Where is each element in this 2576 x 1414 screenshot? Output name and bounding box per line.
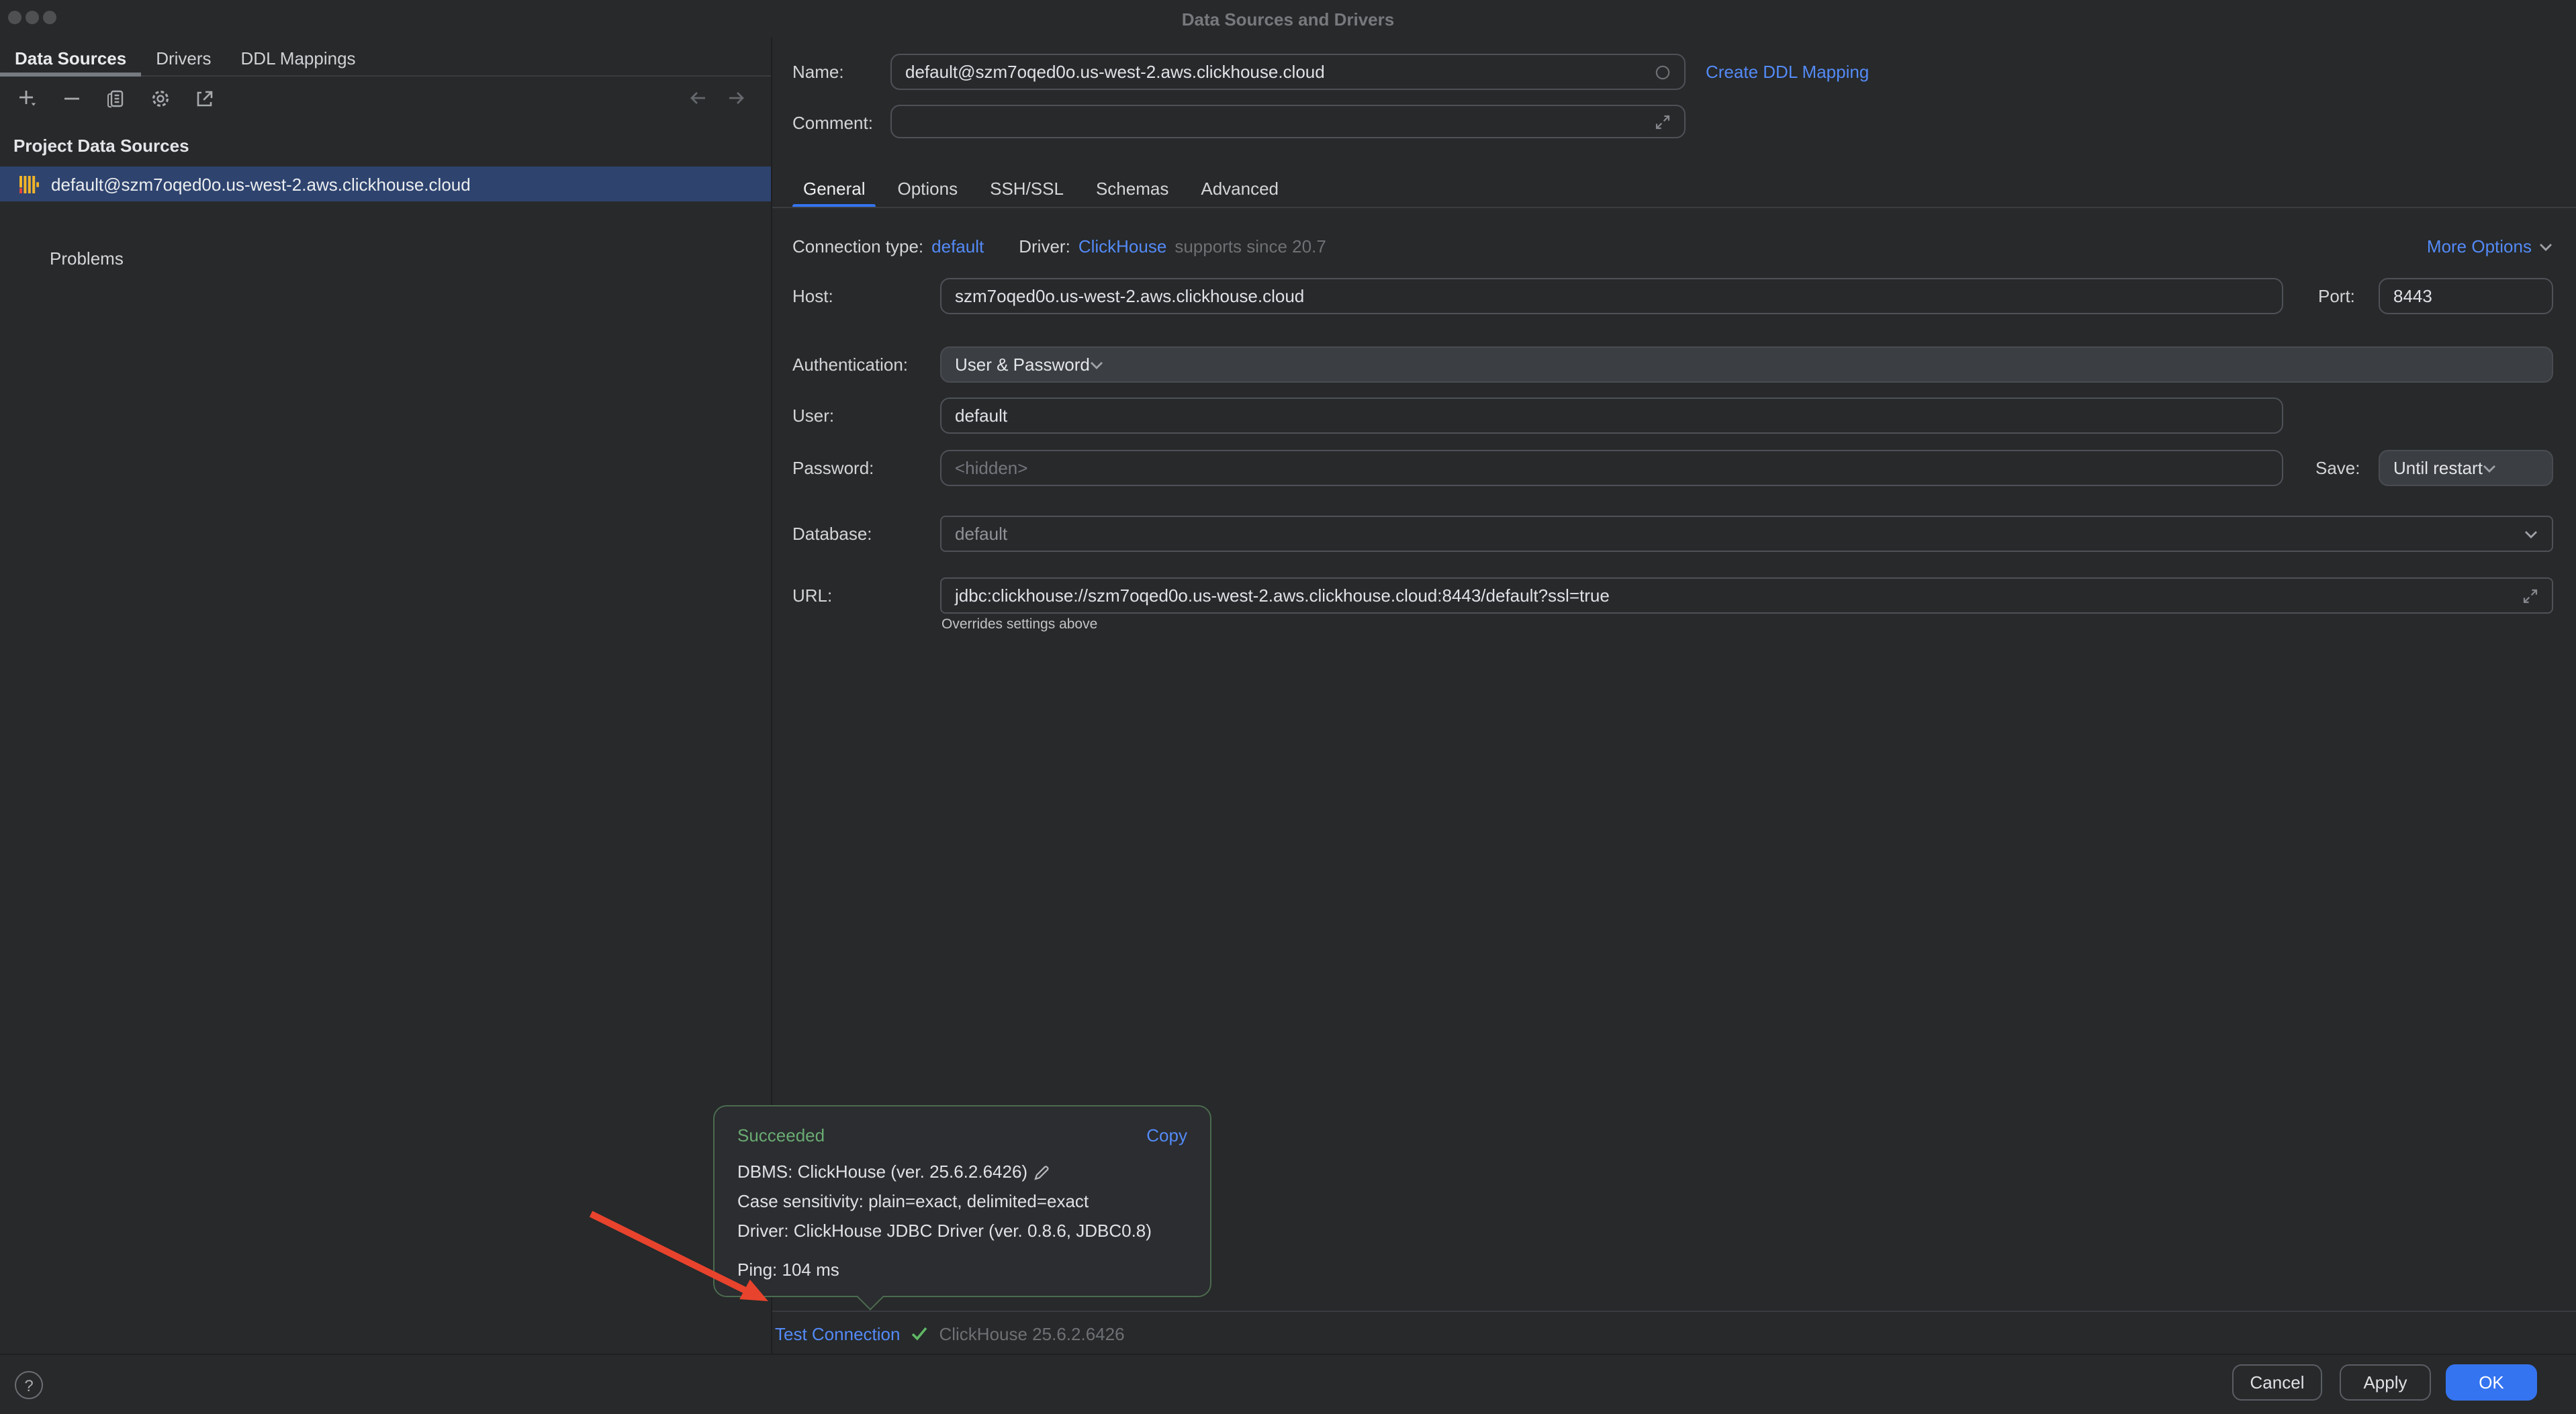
test-connection-row: Test Connection ClickHouse 25.6.2.6426 — [775, 1316, 1125, 1351]
history-nav — [688, 81, 747, 115]
forward-arrow-icon[interactable] — [725, 89, 747, 107]
footer-divider — [0, 1354, 2576, 1355]
connection-status-text: ClickHouse 25.6.2.6426 — [939, 1323, 1124, 1344]
popup-driver-line: Driver: ClickHouse JDBC Driver (ver. 0.8… — [737, 1217, 1187, 1246]
data-sources-dialog: Data Sources and Drivers Data Sources Dr… — [0, 0, 2576, 1414]
name-label: Name: — [792, 54, 844, 90]
name-input[interactable]: default@szm7oqed0o.us-west-2.aws.clickho… — [890, 54, 1686, 90]
popup-copy-link[interactable]: Copy — [1146, 1125, 1187, 1145]
name-busy-circle-icon — [1655, 64, 1671, 80]
port-label: Port: — [2318, 278, 2355, 314]
comment-label: Comment: — [792, 105, 873, 141]
chevron-down-icon — [1090, 359, 1105, 370]
connection-type-value-link[interactable]: default — [931, 236, 984, 256]
driver-label: Driver: — [1019, 228, 1070, 265]
popup-ping-line: Ping: 104 ms — [737, 1256, 1187, 1285]
database-combobox[interactable]: default — [940, 516, 2553, 552]
data-source-toolbar — [13, 81, 218, 115]
tab-ssh-ssl[interactable]: SSH/SSL — [974, 168, 1080, 208]
help-button[interactable]: ? — [15, 1371, 43, 1399]
ok-button[interactable]: OK — [2446, 1364, 2537, 1401]
expand-icon[interactable] — [1655, 113, 1671, 130]
expand-icon[interactable] — [2522, 587, 2538, 604]
popup-case-line: Case sensitivity: plain=exact, delimited… — [737, 1187, 1187, 1217]
comment-input[interactable] — [890, 105, 1686, 138]
more-options[interactable]: More Options — [2427, 228, 2553, 265]
url-input[interactable]: jdbc:clickhouse://szm7oqed0o.us-west-2.a… — [940, 577, 2553, 614]
create-ddl-mapping-link[interactable]: Create DDL Mapping — [1706, 54, 1869, 90]
authentication-label: Authentication: — [792, 346, 908, 383]
url-note: Overrides settings above — [941, 616, 1097, 632]
connection-type-label: Connection type: — [792, 228, 923, 265]
problems-section[interactable]: Problems — [50, 248, 124, 269]
host-input[interactable]: szm7oqed0o.us-west-2.aws.clickhouse.clou… — [940, 278, 2283, 314]
left-panel-tabs: Data Sources Drivers DDL Mappings — [0, 40, 771, 77]
user-label: User: — [792, 397, 834, 434]
cancel-button[interactable]: Cancel — [2232, 1364, 2322, 1401]
window-title: Data Sources and Drivers — [0, 9, 2576, 30]
tab-advanced[interactable]: Advanced — [1185, 168, 1295, 208]
annotation-arrow — [580, 1203, 788, 1317]
add-icon[interactable] — [13, 85, 40, 111]
tab-general[interactable]: General — [787, 168, 882, 208]
port-input[interactable]: 8443 — [2379, 278, 2553, 314]
apply-button[interactable]: Apply — [2340, 1364, 2431, 1401]
edit-pencil-icon[interactable] — [1033, 1164, 1050, 1181]
open-in-new-icon[interactable] — [191, 85, 218, 111]
save-label: Save: — [2315, 450, 2360, 486]
tab-drivers[interactable]: Drivers — [141, 40, 226, 75]
popup-status: Succeeded — [737, 1125, 825, 1145]
data-source-name: default@szm7oqed0o.us-west-2.aws.clickho… — [51, 174, 471, 194]
test-row-divider — [772, 1311, 2576, 1312]
connection-type-row: Connection type: default Driver: ClickHo… — [792, 228, 1326, 265]
host-label: Host: — [792, 278, 833, 314]
tab-ddl-mappings[interactable]: DDL Mappings — [226, 40, 371, 75]
url-label: URL: — [792, 577, 832, 614]
tab-schemas[interactable]: Schemas — [1080, 168, 1185, 208]
duplicate-icon[interactable] — [102, 85, 129, 111]
chevron-down-icon — [2538, 241, 2553, 252]
user-input[interactable]: default — [940, 397, 2283, 434]
driver-note: supports since 20.7 — [1175, 236, 1326, 256]
tab-data-sources[interactable]: Data Sources — [0, 40, 141, 75]
settings-gear-icon[interactable] — [146, 85, 173, 111]
save-dropdown[interactable]: Until restart — [2379, 450, 2553, 486]
project-data-sources-header: Project Data Sources — [13, 136, 189, 156]
back-arrow-icon[interactable] — [688, 89, 709, 107]
chevron-down-icon[interactable] — [2524, 528, 2538, 539]
remove-icon[interactable] — [58, 85, 85, 111]
popup-dbms-line: DBMS: ClickHouse (ver. 25.6.2.6426) — [737, 1158, 1027, 1187]
test-connection-link[interactable]: Test Connection — [775, 1323, 900, 1344]
driver-value-link[interactable]: ClickHouse — [1078, 236, 1167, 256]
database-label: Database: — [792, 516, 872, 552]
authentication-dropdown[interactable]: User & Password — [940, 346, 2553, 383]
chevron-down-icon — [2483, 463, 2497, 473]
tab-options[interactable]: Options — [882, 168, 974, 208]
password-input[interactable]: <hidden> — [940, 450, 2283, 486]
clickhouse-icon — [19, 174, 39, 194]
data-source-list-item-selected[interactable]: default@szm7oqed0o.us-west-2.aws.clickho… — [0, 167, 771, 201]
tabs-divider — [772, 207, 2576, 208]
password-label: Password: — [792, 450, 874, 486]
connection-settings-tabs: General Options SSH/SSL Schemas Advanced — [787, 168, 1295, 208]
success-check-icon — [911, 1325, 928, 1341]
